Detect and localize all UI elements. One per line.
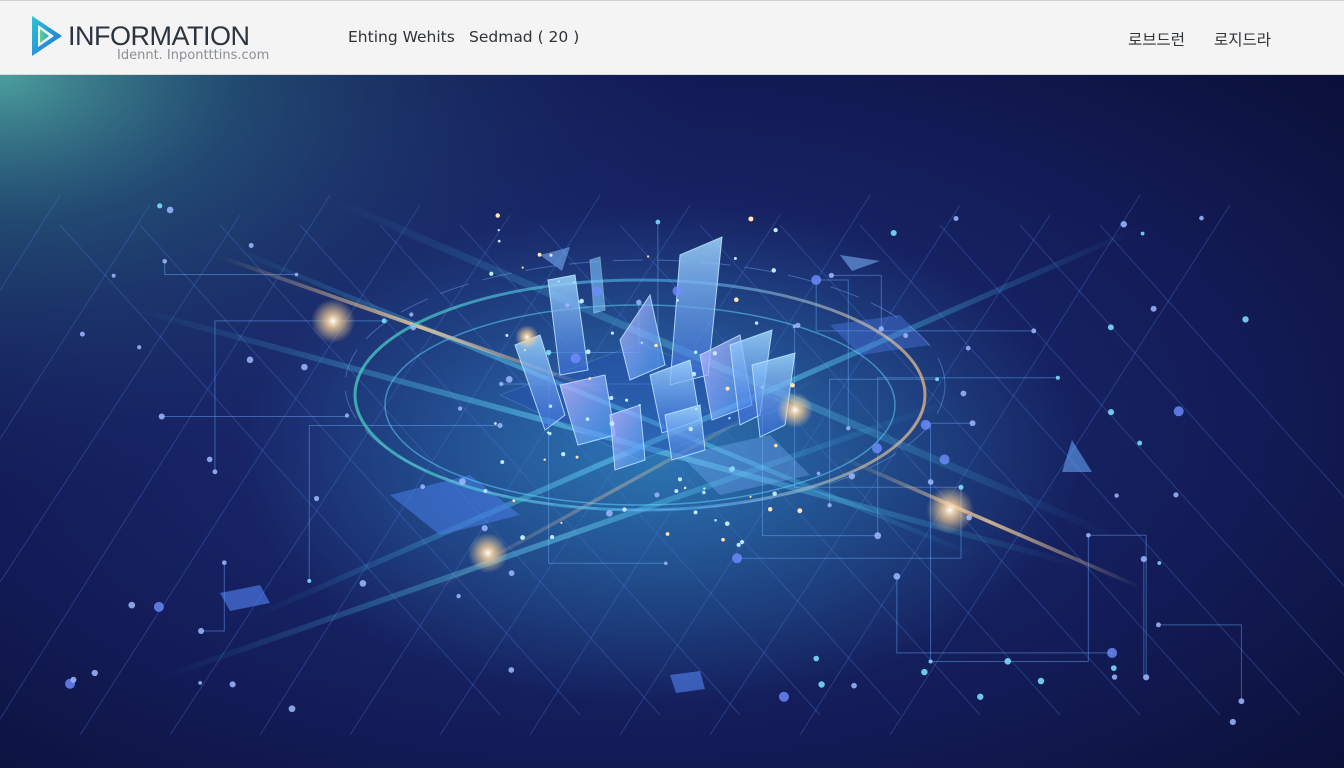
top-navigation-bar: INFORMATION Idennt. Inpontttins.com Ehti… (0, 0, 1344, 75)
site-logo[interactable]: INFORMATION Idennt. Inpontttins.com (30, 13, 269, 65)
nav-link-3[interactable]: 로브드런 (1128, 28, 1185, 50)
hero-banner (0, 75, 1344, 768)
isometric-data-network-illustration (0, 75, 1344, 768)
nav-link-1[interactable]: Ehting Wehits (348, 28, 455, 46)
logo-subtitle: Idennt. Inpontttins.com (117, 48, 270, 63)
play-triangle-logo-icon (32, 16, 62, 56)
nav-link-2[interactable]: Sedmad ( 20 ) (469, 28, 579, 46)
nav-link-4[interactable]: 로지드라 (1214, 28, 1271, 50)
